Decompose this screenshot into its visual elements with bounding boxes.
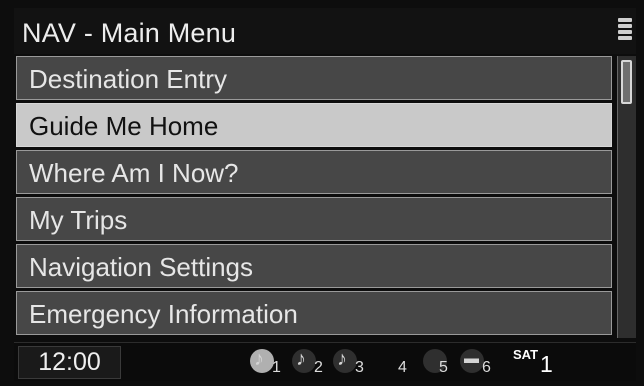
music-note-icon: ♪ xyxy=(337,348,347,370)
menu-item-label: Emergency Information xyxy=(29,299,298,329)
menu-item-label: Navigation Settings xyxy=(29,252,254,282)
preset-number: 4 xyxy=(398,359,407,376)
status-bar: 12:00 ♪ 1 ♪ 2 ♪ 3 4 5 ▬ 6 SAT 1 xyxy=(14,342,636,381)
preset-2[interactable]: ♪ 2 xyxy=(292,347,326,377)
menu-scrollbar[interactable] xyxy=(617,56,636,338)
title-bar: NAV - Main Menu xyxy=(14,8,636,54)
preset-6[interactable]: ▬ 6 xyxy=(460,347,494,377)
preset-number: 6 xyxy=(482,359,491,376)
band-label: SAT xyxy=(513,347,539,362)
signal-bars-icon xyxy=(618,18,632,46)
menu-item-my-trips[interactable]: My Trips xyxy=(16,197,612,241)
menu-item-destination-entry[interactable]: Destination Entry xyxy=(16,56,612,100)
scrollbar-thumb[interactable] xyxy=(621,60,632,104)
menu-item-navigation-settings[interactable]: Navigation Settings xyxy=(16,244,612,288)
preset-number: 2 xyxy=(314,359,323,376)
preset-number: 5 xyxy=(439,359,448,376)
preset-1[interactable]: ♪ 1 xyxy=(250,347,284,377)
menu-item-label: Guide Me Home xyxy=(29,111,219,141)
page-title: NAV - Main Menu xyxy=(22,18,237,48)
preset-3[interactable]: ♪ 3 xyxy=(333,347,367,377)
clock-time: 12:00 xyxy=(38,348,101,376)
preset-5[interactable]: 5 xyxy=(419,347,453,377)
preset-number: 1 xyxy=(272,359,281,376)
menu-item-emergency-information[interactable]: Emergency Information xyxy=(16,291,612,335)
main-menu-list: Destination Entry Guide Me Home Where Am… xyxy=(16,56,614,338)
clock-display[interactable]: 12:00 xyxy=(18,346,121,379)
menu-item-guide-me-home[interactable]: Guide Me Home xyxy=(16,103,612,147)
preset-number: 3 xyxy=(355,359,364,376)
clapperboard-icon: ▬ xyxy=(464,350,479,367)
music-note-icon: ♪ xyxy=(254,348,264,370)
menu-item-where-am-i-now[interactable]: Where Am I Now? xyxy=(16,150,612,194)
menu-item-label: Where Am I Now? xyxy=(29,158,239,188)
menu-item-label: Destination Entry xyxy=(29,64,227,94)
menu-item-label: My Trips xyxy=(29,205,128,235)
band-preset-number: 1 xyxy=(540,351,553,377)
nav-screen: NAV - Main Menu Destination Entry Guide … xyxy=(0,0,644,386)
music-note-icon: ♪ xyxy=(296,348,306,370)
